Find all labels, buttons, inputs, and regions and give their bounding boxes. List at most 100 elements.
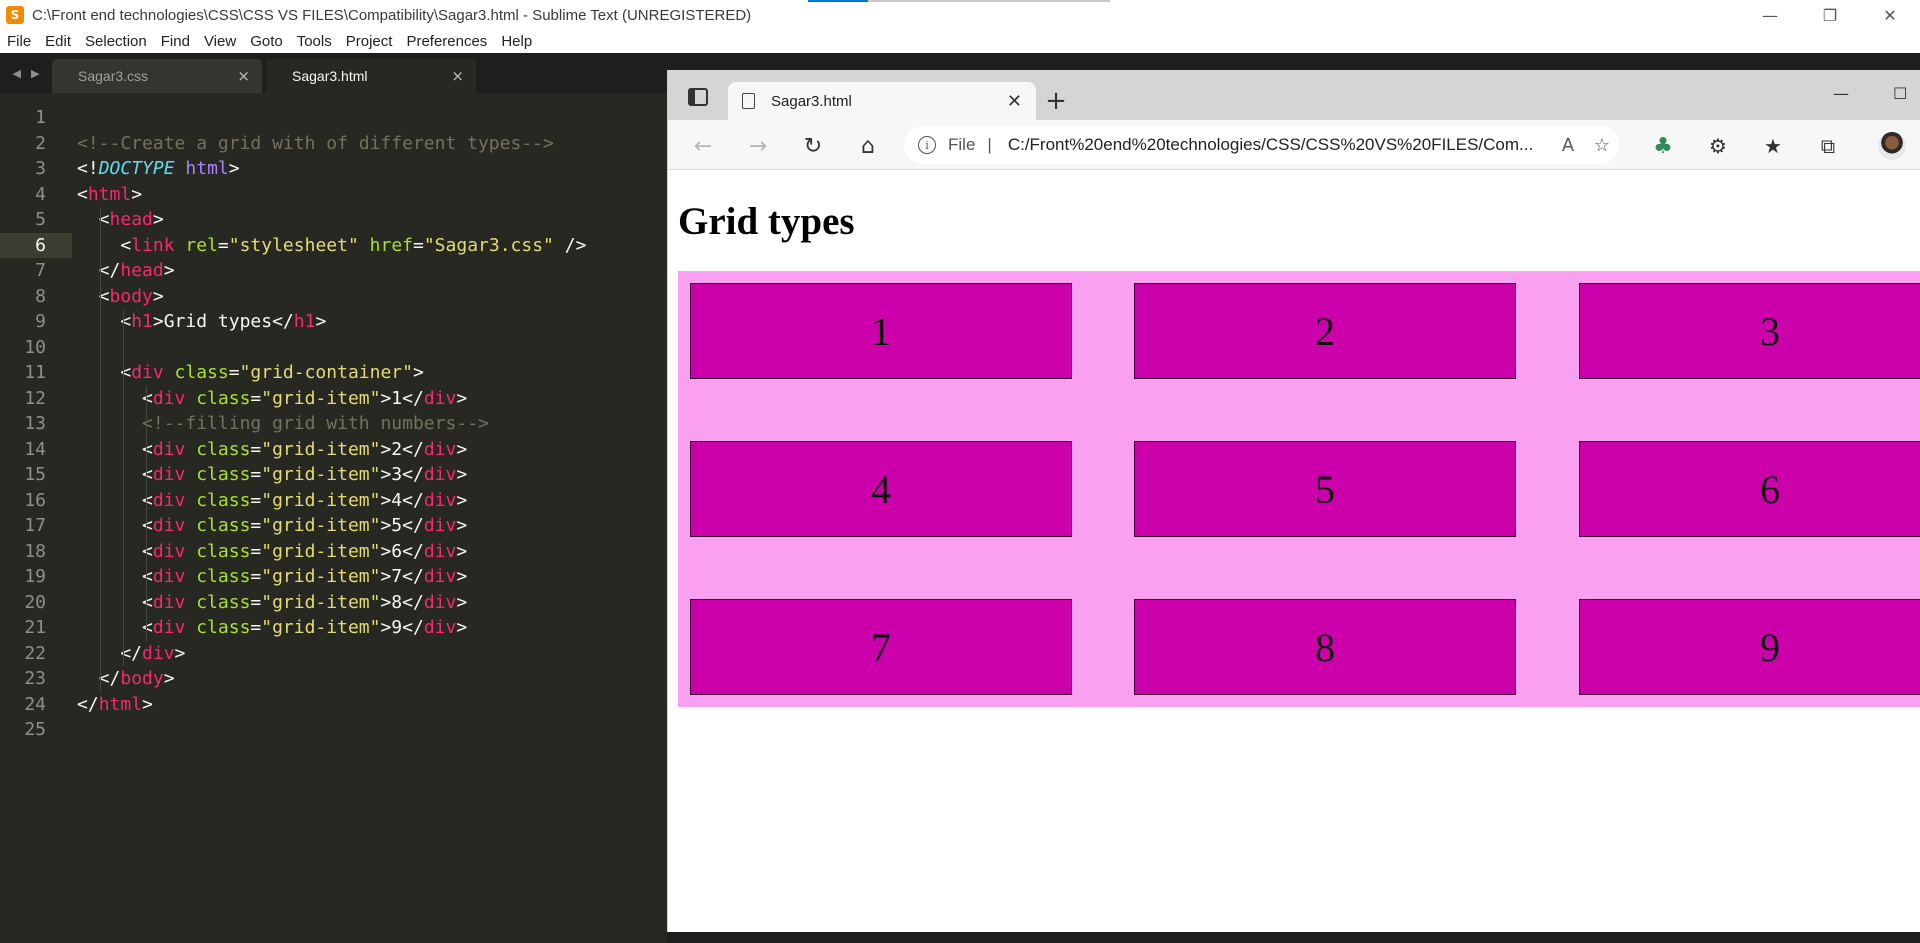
line-number: 5 (35, 209, 46, 230)
line-number: 17 (24, 515, 46, 536)
file-icon (742, 93, 755, 109)
grid-item: 4 (690, 441, 1072, 537)
line-number: 24 (24, 693, 46, 715)
code-text: <body> (77, 285, 164, 307)
url-separator: | (987, 135, 992, 154)
menu-selection[interactable]: Selection (78, 33, 154, 50)
code-text: <div class="grid-item">5</div> (77, 515, 468, 536)
browser-tab-close-icon[interactable]: ✕ (1007, 91, 1022, 112)
page-viewport: Grid types 123 456 789 (668, 171, 1920, 932)
menu-view[interactable]: View (197, 33, 243, 50)
add-favorite-icon[interactable]: ☆ (1585, 135, 1619, 156)
page-heading: Grid types (678, 200, 855, 243)
window-titlebar: S C:\Front end technologies\CSS\CSS VS F… (0, 0, 1920, 30)
line-number: 3 (35, 158, 46, 179)
menu-edit[interactable]: Edit (38, 33, 78, 50)
tab-prev-icon[interactable]: ◀ (13, 67, 21, 80)
line-number: 23 (24, 668, 46, 689)
code-text: </body> (77, 668, 175, 689)
menu-tools[interactable]: Tools (290, 33, 339, 50)
line-number: 13 (24, 413, 46, 434)
code-text: <!--filling grid with numbers--> (142, 413, 489, 434)
code-text: <h1>Grid types</h1> (77, 311, 327, 332)
tab-close-icon[interactable]: × (237, 67, 250, 85)
line-number: 19 (24, 566, 46, 587)
protocol-label: File (948, 135, 976, 154)
editor-tab-label: Sagar3.html (292, 68, 368, 84)
line-number: 1 (35, 107, 46, 128)
code-text: </div> (77, 642, 186, 664)
code-text: <!--Create a grid with of different type… (77, 132, 554, 154)
read-aloud-icon[interactable]: A (1551, 135, 1585, 156)
browser-maximize-button[interactable]: ☐ (1893, 84, 1907, 103)
line-number: 12 (24, 387, 46, 409)
browser-tab-title: Sagar3.html (771, 92, 852, 110)
grid-item: 3 (1579, 283, 1920, 379)
editor-tab-label: Sagar3.css (78, 68, 149, 84)
editor-tab-sagar3-css[interactable]: Sagar3.css × (52, 59, 262, 93)
code-text: <head> (77, 209, 164, 230)
close-button[interactable]: ✕ (1860, 0, 1920, 30)
extensions-icon[interactable]: ⚙ (1706, 134, 1730, 158)
tab-close-icon[interactable]: × (451, 67, 464, 85)
address-bar[interactable]: i File | C:/Front%20end%20technologies/C… (904, 126, 1619, 164)
grid-item: 9 (1579, 599, 1920, 695)
code-line: 6 (0, 232, 72, 258)
favorites-icon[interactable]: ★ (1761, 134, 1785, 158)
line-number: 7 (35, 260, 46, 281)
line-number: 14 (24, 438, 46, 460)
editor-tab-sagar3-html[interactable]: Sagar3.html × (266, 59, 476, 93)
code-text: </head> (77, 260, 175, 281)
minimize-button[interactable]: — (1740, 0, 1800, 30)
reload-icon[interactable]: ↻ (798, 131, 828, 161)
menu-file[interactable]: File (0, 33, 38, 50)
collections-icon[interactable]: ⧉ (1816, 134, 1840, 158)
tab-nav-arrows[interactable]: ◀ ▶ (0, 53, 52, 93)
menu-preferences[interactable]: Preferences (399, 33, 494, 50)
window-title: C:\Front end technologies\CSS\CSS VS FIL… (32, 6, 752, 24)
code-line: 1 (0, 105, 667, 130)
menu-project[interactable]: Project (339, 33, 400, 50)
extension-icon[interactable]: ♣ (1651, 134, 1675, 159)
line-number: 4 (35, 183, 46, 205)
line-number: 16 (24, 489, 46, 511)
line-number: 18 (24, 540, 46, 562)
code-text: <link rel="stylesheet" href="Sagar3.css"… (77, 234, 587, 256)
menu-find[interactable]: Find (154, 33, 197, 50)
bottom-strip (667, 932, 1920, 943)
sublime-editor-pane: ◀ ▶ Sagar3.css × Sagar3.html × 1 2 <!--Cre… (0, 53, 667, 943)
code-editor[interactable]: 1 2 <!--Create a grid with of different ty… (0, 93, 667, 943)
line-number: 21 (24, 617, 46, 638)
browser-tab-sagar3[interactable]: Sagar3.html ✕ (728, 82, 1036, 120)
code-text: </html> (77, 693, 153, 715)
new-tab-button[interactable]: + (1036, 82, 1076, 120)
url-text[interactable]: C:/Front%20end%20technologies/CSS/CSS%20… (1008, 135, 1551, 155)
browser-minimize-button[interactable]: — (1833, 84, 1849, 103)
address-toolbar: ← → ↻ ⌂ i File | C:/Front%20end%20techno… (668, 120, 1920, 170)
grid-item: 6 (1579, 441, 1920, 537)
menu-help[interactable]: Help (494, 33, 539, 50)
back-icon[interactable]: ← (688, 131, 718, 161)
editor-tab-bar: ◀ ▶ Sagar3.css × Sagar3.html × (0, 53, 667, 93)
line-number: 22 (24, 642, 46, 664)
restore-button[interactable]: ❐ (1800, 0, 1860, 30)
site-info-icon[interactable]: i (918, 136, 936, 154)
menu-goto[interactable]: Goto (243, 33, 290, 50)
profile-avatar[interactable] (1878, 132, 1906, 160)
browser-tab-bar: Sagar3.html ✕ + — ☐ (668, 70, 1920, 120)
line-number: 20 (24, 591, 46, 613)
tab-actions-icon[interactable] (688, 88, 708, 106)
sublime-app-icon: S (6, 6, 24, 24)
code-text: <div class="grid-item">7</div> (77, 566, 468, 587)
line-number: 15 (24, 464, 46, 485)
line-number: 9 (35, 311, 46, 332)
forward-icon[interactable]: → (743, 131, 773, 161)
menu-bar: File Edit Selection Find View Goto Tools… (0, 30, 1920, 53)
home-icon[interactable]: ⌂ (853, 131, 883, 161)
line-number: 10 (24, 336, 46, 358)
tab-next-icon[interactable]: ▶ (31, 67, 39, 80)
line-number: 25 (24, 719, 46, 740)
grid-item: 7 (690, 599, 1072, 695)
code-text: <div class="grid-item">2</div> (77, 438, 468, 460)
code-text: <div class="grid-item">1</div> (77, 387, 468, 409)
